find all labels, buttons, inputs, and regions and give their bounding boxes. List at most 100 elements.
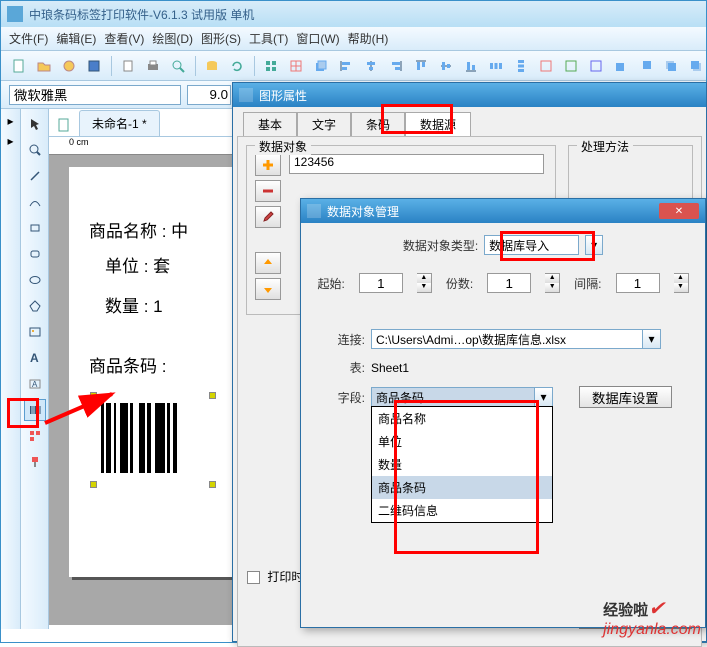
doc-settings-button[interactable] xyxy=(118,55,139,77)
menu-window[interactable]: 窗口(W) xyxy=(296,30,339,47)
type-label: 数据对象类型: xyxy=(403,237,478,254)
qrcode-tool[interactable] xyxy=(24,425,46,447)
resize-handle[interactable] xyxy=(90,481,97,488)
resize-handle[interactable] xyxy=(90,392,97,399)
gap-spinner[interactable]: ▲▼ xyxy=(674,273,689,293)
text-tool[interactable]: A xyxy=(24,347,46,369)
edit-data-button[interactable] xyxy=(255,206,281,228)
move-down-button[interactable] xyxy=(255,278,281,300)
tab-barcode[interactable]: 条码 xyxy=(351,112,405,136)
arrange3-button[interactable] xyxy=(660,55,681,77)
data-object-manage-dialog: 数据对象管理 ✕ 数据对象类型: 数据库导入 ▾ 起始: ▲▼ 份数: ▲▼ 间… xyxy=(300,198,706,628)
property-tabs: 基本 文字 条码 数据源 xyxy=(237,111,702,137)
font-select[interactable] xyxy=(9,85,181,105)
start-input[interactable] xyxy=(359,273,403,293)
cloud-button[interactable] xyxy=(59,55,80,77)
tab-datasource[interactable]: 数据源 xyxy=(405,112,471,136)
adjust3-button[interactable] xyxy=(585,55,606,77)
pointer-tool[interactable] xyxy=(24,113,46,135)
arrange4-button[interactable] xyxy=(685,55,706,77)
dialog-titlebar[interactable]: 图形属性 xyxy=(233,83,706,107)
type-combo[interactable]: 数据库导入 xyxy=(484,235,579,255)
grid2-button[interactable] xyxy=(286,55,307,77)
barcode-tool[interactable] xyxy=(24,399,46,421)
print-button[interactable] xyxy=(143,55,164,77)
label-paper[interactable]: 商品名称 : 中 单位 : 套 数量 : 1 商品条码 : xyxy=(69,167,259,577)
align-right-button[interactable] xyxy=(385,55,406,77)
type-dropdown-icon[interactable]: ▾ xyxy=(585,235,603,255)
polygon-tool[interactable] xyxy=(24,295,46,317)
close-button[interactable]: ✕ xyxy=(659,203,699,219)
arrange1-button[interactable] xyxy=(610,55,631,77)
option-qty[interactable]: 数量 xyxy=(372,453,552,476)
connection-combo[interactable]: C:\Users\Admi…op\数据库信息.xlsx ▾ xyxy=(371,329,661,349)
db-settings-button[interactable]: 数据库设置 xyxy=(579,386,672,408)
save-button[interactable] xyxy=(84,55,105,77)
barcode-object[interactable] xyxy=(93,395,213,485)
distribute-h-button[interactable] xyxy=(485,55,506,77)
expand-icon[interactable]: ▸ xyxy=(3,113,19,129)
print-save-checkbox[interactable] xyxy=(247,571,260,584)
tab-basic[interactable]: 基本 xyxy=(243,112,297,136)
data-value-field[interactable]: 123456 xyxy=(289,154,544,174)
add-data-button[interactable] xyxy=(255,154,281,176)
ellipse-tool[interactable] xyxy=(24,269,46,291)
menu-view[interactable]: 查看(V) xyxy=(104,30,144,47)
database-button[interactable] xyxy=(202,55,223,77)
start-spinner[interactable]: ▲▼ xyxy=(417,273,432,293)
align-bottom-button[interactable] xyxy=(460,55,481,77)
menu-tool[interactable]: 工具(T) xyxy=(249,30,288,47)
dialog-titlebar[interactable]: 数据对象管理 ✕ xyxy=(301,199,705,223)
align-top-button[interactable] xyxy=(410,55,431,77)
option-unit[interactable]: 单位 xyxy=(372,430,552,453)
layers-button[interactable] xyxy=(311,55,332,77)
roundrect-tool[interactable] xyxy=(24,243,46,265)
font-size-input[interactable] xyxy=(187,85,231,105)
align-left-button[interactable] xyxy=(335,55,356,77)
option-name[interactable]: 商品名称 xyxy=(372,407,552,430)
grid-button[interactable] xyxy=(261,55,282,77)
option-barcode[interactable]: 商品条码 xyxy=(372,476,552,499)
line-tool[interactable] xyxy=(24,165,46,187)
new-button[interactable] xyxy=(9,55,30,77)
zoom-tool[interactable] xyxy=(24,139,46,161)
align-center-v-button[interactable] xyxy=(435,55,456,77)
dropdown-icon[interactable]: ▾ xyxy=(534,388,552,406)
tab-icon xyxy=(57,118,75,136)
paint-tool[interactable] xyxy=(24,451,46,473)
tab-text[interactable]: 文字 xyxy=(297,112,351,136)
adjust2-button[interactable] xyxy=(560,55,581,77)
document-tab[interactable]: 未命名-1 * xyxy=(79,110,160,136)
menu-shape[interactable]: 图形(S) xyxy=(201,30,241,47)
copies-input[interactable] xyxy=(487,273,531,293)
text-barcode-label[interactable]: 商品条码 : xyxy=(89,352,166,377)
gap-input[interactable] xyxy=(616,273,660,293)
distribute-v-button[interactable] xyxy=(510,55,531,77)
move-up-button[interactable] xyxy=(255,252,281,274)
adjust1-button[interactable] xyxy=(535,55,556,77)
copies-spinner[interactable]: ▲▼ xyxy=(545,273,560,293)
richtext-tool[interactable]: A xyxy=(24,373,46,395)
menu-draw[interactable]: 绘图(D) xyxy=(152,30,193,47)
resize-handle[interactable] xyxy=(209,392,216,399)
menu-file[interactable]: 文件(F) xyxy=(9,30,48,47)
resize-handle[interactable] xyxy=(209,481,216,488)
remove-data-button[interactable] xyxy=(255,180,281,202)
dropdown-icon[interactable]: ▾ xyxy=(642,330,660,348)
menu-help[interactable]: 帮助(H) xyxy=(348,30,389,47)
menu-edit[interactable]: 编辑(E) xyxy=(56,30,96,47)
curve-tool[interactable] xyxy=(24,191,46,213)
text-product-name[interactable]: 商品名称 : 中 xyxy=(89,217,188,242)
open-button[interactable] xyxy=(34,55,55,77)
align-center-h-button[interactable] xyxy=(360,55,381,77)
rect-tool[interactable] xyxy=(24,217,46,239)
refresh-button[interactable] xyxy=(227,55,248,77)
preview-button[interactable] xyxy=(168,55,189,77)
text-unit[interactable]: 单位 : 套 xyxy=(105,252,170,277)
option-qrcode[interactable]: 二维码信息 xyxy=(372,499,552,522)
arrange2-button[interactable] xyxy=(635,55,656,77)
text-quantity[interactable]: 数量 : 1 xyxy=(105,292,163,317)
expand2-icon[interactable]: ▸ xyxy=(3,133,19,149)
field-combo[interactable]: 商品条码 ▾ xyxy=(371,387,553,407)
image-tool[interactable] xyxy=(24,321,46,343)
